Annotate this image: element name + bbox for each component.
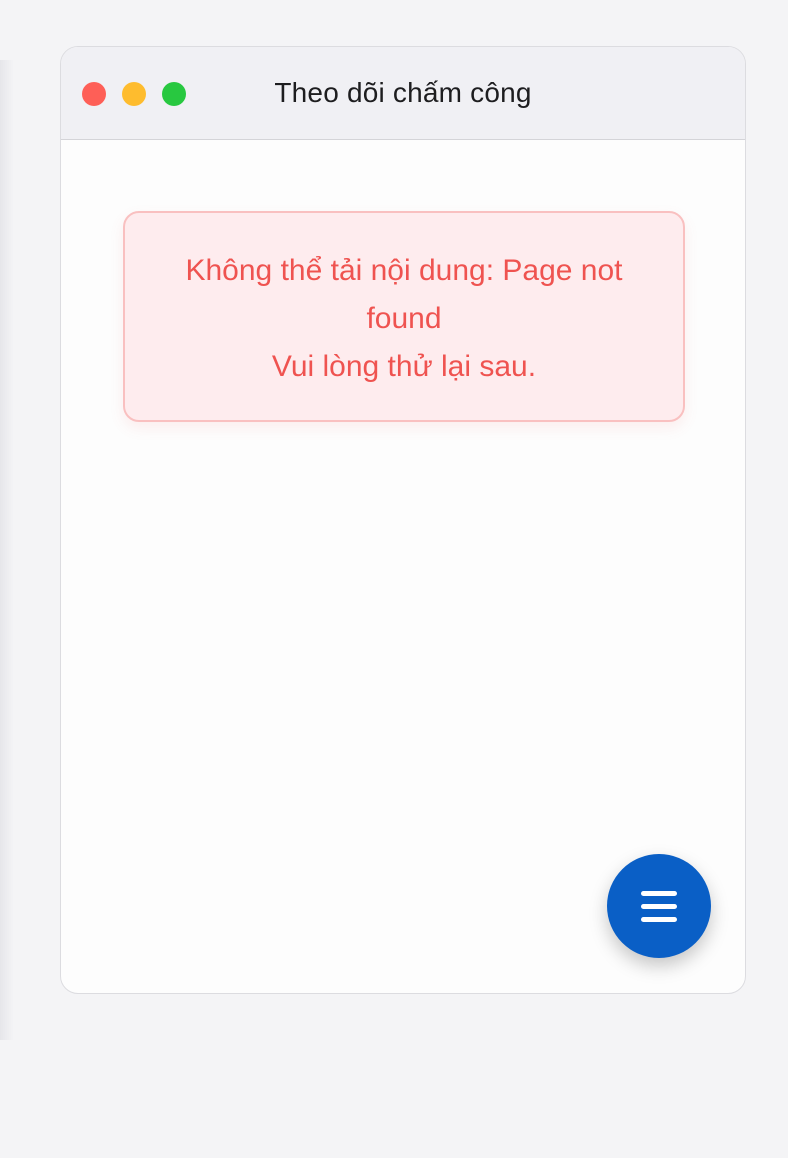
error-hint: Vui lòng thử lại sau. xyxy=(271,350,537,383)
title-bar: Theo dõi chấm công xyxy=(61,47,745,140)
error-message: Không thể tải nội dung: Page not found xyxy=(185,254,623,335)
menu-fab-button[interactable] xyxy=(607,854,711,958)
app-window: Theo dõi chấm công Không thể tải nội dun… xyxy=(60,46,746,994)
window-title: Theo dõi chấm công xyxy=(274,77,532,108)
background-window-edge xyxy=(0,60,14,1040)
main-content: Không thể tải nội dung: Page not found V… xyxy=(61,140,745,993)
error-alert: Không thể tải nội dung: Page not found V… xyxy=(123,211,685,422)
